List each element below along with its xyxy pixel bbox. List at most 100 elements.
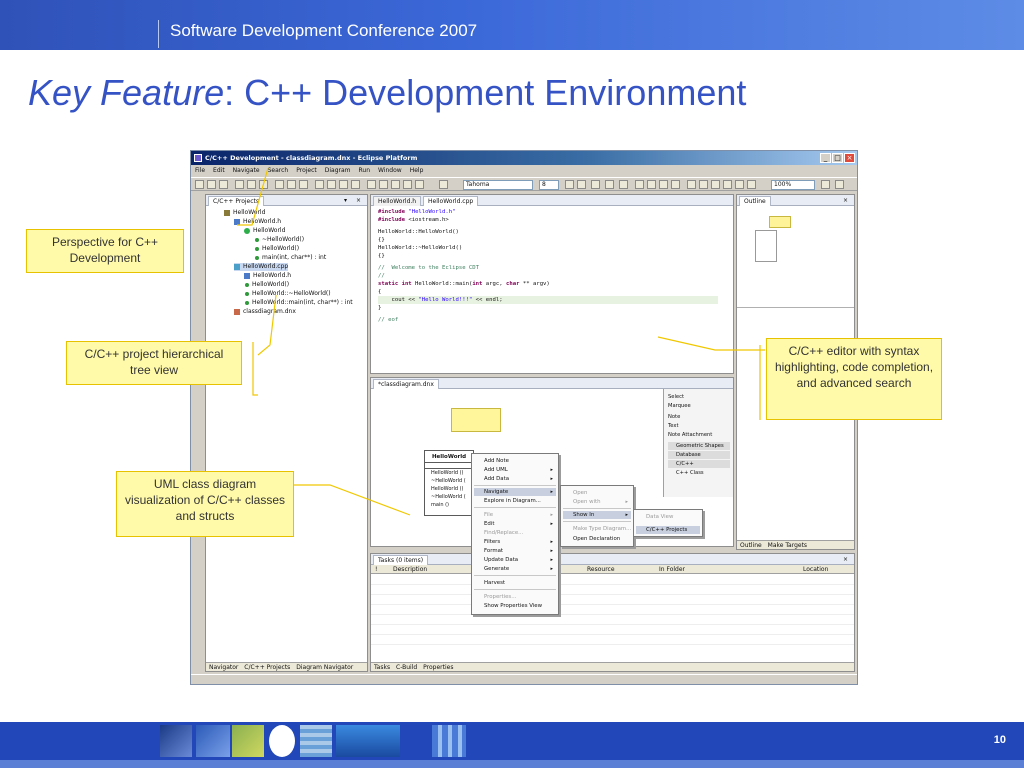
palette-cpp-class[interactable]: C++ Class	[668, 469, 704, 477]
col-in-folder[interactable]: In Folder	[659, 565, 685, 574]
showin-cpp-projects[interactable]: C/C++ Projects	[636, 526, 700, 534]
menu-update-data[interactable]: Update Data ▸	[474, 556, 556, 564]
history-icon[interactable]	[379, 180, 388, 189]
z-order-icon[interactable]	[747, 180, 756, 189]
diagram-note[interactable]	[451, 408, 501, 432]
submenu-open-declaration[interactable]: Open Declaration	[563, 535, 620, 543]
showin-data-view[interactable]: Data View	[636, 513, 673, 521]
view-close-icon[interactable]: ×	[356, 197, 361, 204]
select-all-icon[interactable]	[687, 180, 696, 189]
tab-helloworld-h[interactable]: HelloWorld.h	[373, 196, 422, 206]
tab-tasks[interactable]: Tasks (0 items)	[373, 555, 429, 565]
group-icon[interactable]	[735, 180, 744, 189]
tab-outline-bottom[interactable]: Outline	[740, 542, 762, 549]
nav-back-icon[interactable]	[403, 180, 412, 189]
new-icon[interactable]	[195, 180, 204, 189]
bold-icon[interactable]	[565, 180, 574, 189]
next-annotation-icon[interactable]	[339, 180, 348, 189]
italic-icon[interactable]	[577, 180, 586, 189]
tree-item[interactable]: main(int, char**) : int	[254, 254, 326, 262]
zoom-combo[interactable]: 100%	[771, 180, 815, 190]
tab-properties[interactable]: Properties	[423, 664, 453, 671]
tree-item[interactable]: HelloWorld()	[254, 245, 299, 253]
font-combo[interactable]: Tahoma	[463, 180, 533, 190]
menu-add-data[interactable]: Add Data ▸	[474, 475, 556, 483]
forward-icon[interactable]	[327, 180, 336, 189]
menu-show-properties-view[interactable]: Show Properties View	[474, 602, 542, 610]
code-editor[interactable]: HelloWorld.h HelloWorld.cpp #include "He…	[370, 194, 734, 374]
layout-icon[interactable]	[723, 180, 732, 189]
submenu-open[interactable]: Open	[563, 489, 587, 497]
menu-filters[interactable]: Filters ▸	[474, 538, 556, 546]
new-file-icon[interactable]	[299, 180, 308, 189]
menu-help[interactable]: Help	[410, 166, 424, 176]
tree-item[interactable]: ~HelloWorld()	[254, 236, 304, 244]
nav-forward-icon[interactable]	[415, 180, 424, 189]
minimize-icon[interactable]: _	[820, 153, 831, 163]
menu-file[interactable]: File ▸	[474, 511, 556, 519]
build-icon[interactable]	[235, 180, 244, 189]
tree-item[interactable]: HelloWorld::main(int, char**) : int	[244, 299, 353, 307]
menu-diagram[interactable]: Diagram	[325, 166, 351, 176]
palette-cpp[interactable]: C/C++	[668, 460, 730, 468]
tree-item[interactable]: HelloWorld::~HelloWorld()	[244, 290, 331, 298]
pin-icon[interactable]	[367, 180, 376, 189]
font-size-combo[interactable]: 8	[539, 180, 559, 190]
tree-item[interactable]: classdiagram.dnx	[234, 308, 296, 316]
line-end-icon[interactable]	[659, 180, 668, 189]
tab-cpp-projects-bottom[interactable]: C/C++ Projects	[244, 664, 290, 671]
palette-note-attachment[interactable]: Note Attachment	[668, 431, 712, 439]
font-color-icon[interactable]	[591, 180, 600, 189]
line-style-icon[interactable]	[647, 180, 656, 189]
tree-item[interactable]: HelloWorld	[244, 227, 285, 235]
search-icon[interactable]	[275, 180, 284, 189]
prev-annotation-icon[interactable]	[351, 180, 360, 189]
tree-item[interactable]: HelloWorld	[224, 209, 265, 217]
arrow-right-icon[interactable]	[439, 180, 448, 189]
col-description[interactable]: Description	[393, 565, 427, 574]
tab-c-build[interactable]: C-Build	[396, 664, 417, 671]
align-icon[interactable]	[699, 180, 708, 189]
debug-icon[interactable]	[247, 180, 256, 189]
tasks-close-icon[interactable]: ×	[843, 556, 848, 563]
menu-generate[interactable]: Generate ▸	[474, 565, 556, 573]
tree-item[interactable]: HelloWorld()	[244, 281, 289, 289]
tab-tasks-bottom[interactable]: Tasks	[374, 664, 390, 671]
run-icon[interactable]	[259, 180, 268, 189]
uml-class-box[interactable]: HelloWorld HelloWorld () ~HelloWorld ( H…	[424, 450, 474, 516]
tree-item[interactable]: HelloWorld.h	[234, 218, 281, 226]
menu-find-replace[interactable]: Find/Replace...	[474, 529, 523, 537]
new-class-icon[interactable]	[287, 180, 296, 189]
menu-edit[interactable]: Edit ▸	[474, 520, 556, 528]
perspective-cpp-icon[interactable]	[835, 180, 844, 189]
submenu-open-with[interactable]: Open with ▸	[563, 498, 631, 506]
menu-edit[interactable]: Edit	[213, 166, 225, 176]
route-icon[interactable]	[671, 180, 680, 189]
palette-select[interactable]: Select	[668, 393, 684, 401]
tab-cpp-projects[interactable]: C/C++ Projects	[208, 196, 265, 206]
menu-search[interactable]: Search	[268, 166, 289, 176]
menu-navigate[interactable]: Navigate ▸	[474, 488, 556, 496]
tab-navigator[interactable]: Navigator	[209, 664, 238, 671]
submenu-show-in[interactable]: Show In ▸	[563, 511, 631, 519]
perspective-icon[interactable]	[821, 180, 830, 189]
col-resource[interactable]: Resource	[587, 565, 615, 574]
col-priority[interactable]: !	[375, 565, 377, 574]
menu-properties[interactable]: Properties...	[474, 593, 516, 601]
maximize-icon[interactable]: □	[832, 153, 843, 163]
submenu-make-type-diagram[interactable]: Make Type Diagram...	[563, 525, 631, 533]
palette-text[interactable]: Text	[668, 422, 679, 430]
menu-project[interactable]: Project	[296, 166, 317, 176]
view-menu-icon[interactable]: ▾	[344, 197, 347, 204]
tab-diagram-navigator[interactable]: Diagram Navigator	[296, 664, 353, 671]
print-icon[interactable]	[219, 180, 228, 189]
menu-explore-in-diagram[interactable]: Explore in Diagram...	[474, 497, 541, 505]
fill-color-icon[interactable]	[619, 180, 628, 189]
line-color-icon[interactable]	[605, 180, 614, 189]
tree-item[interactable]: HelloWorld.cpp	[234, 263, 289, 271]
palette-marquee[interactable]: Marquee	[668, 402, 691, 410]
outline-close-icon[interactable]: ×	[843, 197, 848, 204]
palette-note[interactable]: Note	[668, 413, 680, 421]
distribute-icon[interactable]	[711, 180, 720, 189]
tab-outline[interactable]: Outline	[739, 196, 771, 206]
